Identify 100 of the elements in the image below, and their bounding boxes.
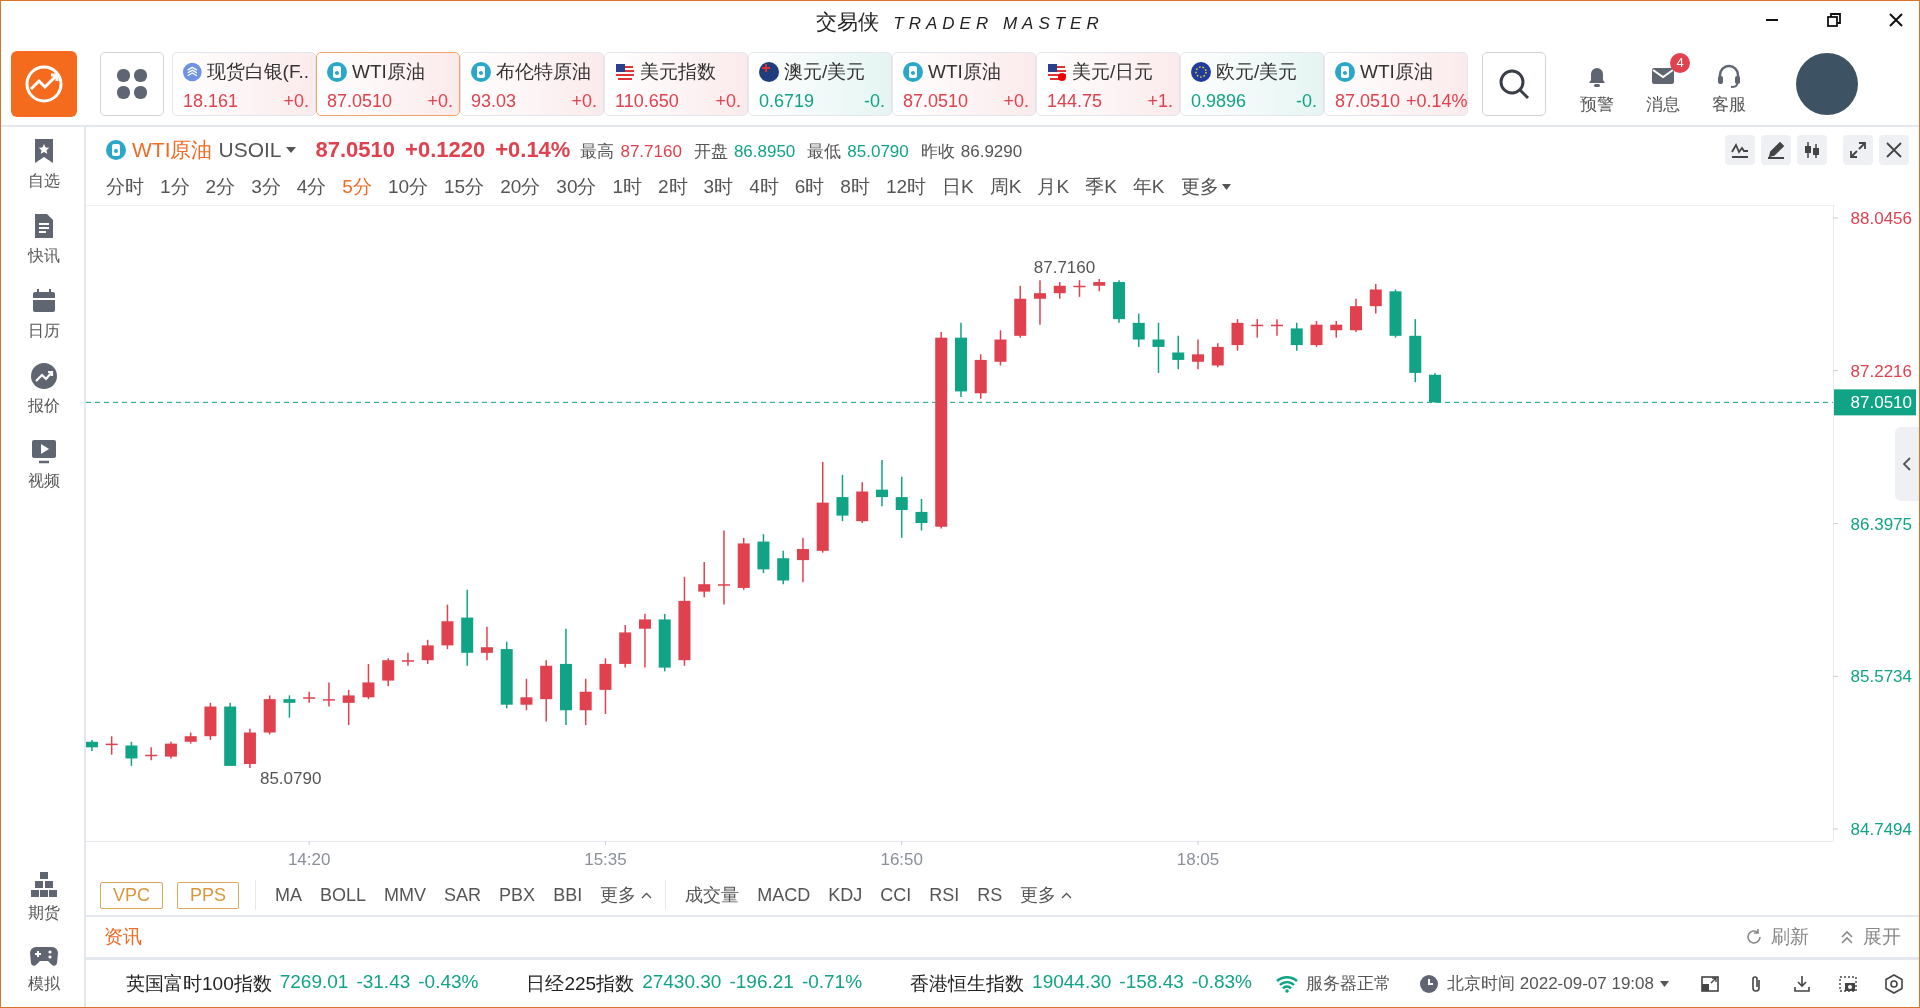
- pencil-button[interactable]: [1761, 135, 1791, 165]
- sidebar-item[interactable]: 快讯: [1, 212, 86, 267]
- download-icon: [1792, 973, 1812, 994]
- ticker-price: 144.75: [1047, 91, 1103, 112]
- period-tab[interactable]: 日K: [934, 174, 982, 200]
- app-logo[interactable]: [11, 51, 77, 117]
- bell-button[interactable]: 预警: [1568, 52, 1626, 116]
- ticker-price: 87.0510: [903, 91, 969, 112]
- ticker-price: 110.650: [615, 91, 679, 112]
- period-tab[interactable]: 6时: [786, 174, 833, 200]
- period-tab[interactable]: 周K: [981, 174, 1030, 200]
- notification-badge: 4: [1670, 52, 1690, 73]
- headset-icon: [1716, 62, 1742, 89]
- period-tab[interactable]: 分时: [98, 174, 152, 200]
- indicator-tab[interactable]: PBX: [492, 884, 543, 906]
- ticker-card[interactable]: WTI原油 87.0510 +0.14%: [1324, 52, 1468, 116]
- period-tab[interactable]: 2时: [650, 174, 696, 200]
- indicator-tab[interactable]: MACD: [750, 884, 818, 906]
- period-tab[interactable]: 1分: [152, 174, 198, 200]
- candlestick: [1073, 279, 1086, 298]
- sidebar-item[interactable]: 报价: [1, 362, 86, 417]
- ticker-card[interactable]: 美元/日元 144.75 +1.: [1036, 52, 1180, 116]
- period-tab[interactable]: 季K: [1077, 174, 1125, 200]
- expand-button[interactable]: 展开: [1839, 924, 1901, 950]
- ticker-card[interactable]: WTI原油 87.0510 +0.: [892, 52, 1036, 116]
- period-tab[interactable]: 1时: [604, 174, 651, 200]
- index-name: 日经225指数: [526, 971, 635, 996]
- ticker-card[interactable]: 澳元/美元 0.6719 -0.: [748, 52, 892, 116]
- symbol-dropdown[interactable]: USOIL: [218, 138, 296, 162]
- chevron-left-icon: [1902, 456, 1912, 472]
- close-button[interactable]: [1879, 135, 1909, 165]
- headset-button[interactable]: 客服: [1700, 52, 1758, 116]
- indicator-tab[interactable]: RS: [970, 884, 1010, 906]
- indicator-tab[interactable]: KDJ: [821, 884, 870, 906]
- price-axis-label: 84.7494: [1850, 820, 1912, 839]
- ticker-card[interactable]: 美元指数 110.650 +0.: [604, 52, 748, 116]
- period-tab[interactable]: 2分: [197, 174, 244, 200]
- sidebar-item[interactable]: 期货: [1, 871, 86, 924]
- period-tab[interactable]: 月K: [1029, 174, 1078, 200]
- period-tab[interactable]: 30分: [548, 174, 605, 200]
- ticker-card[interactable]: 布伦特原油 93.03 +0.: [460, 52, 604, 116]
- period-tab[interactable]: 4时: [741, 174, 787, 200]
- indicator-tab[interactable]: BOLL: [313, 884, 374, 906]
- ticker-card[interactable]: 欧元/美元 0.9896 -0.: [1180, 52, 1324, 116]
- sidebar-item[interactable]: 自选: [1, 137, 86, 192]
- caret-icon: [285, 147, 296, 153]
- index-value: 7269.01: [279, 970, 349, 994]
- clock-dropdown[interactable]: 北京时间 2022-09-07 19:08: [1447, 972, 1669, 995]
- candlestick: [777, 550, 790, 585]
- ticker-change: +0.: [1003, 91, 1029, 112]
- search-button[interactable]: [1482, 52, 1546, 116]
- indicator-tab[interactable]: MA: [268, 884, 310, 906]
- mail-button[interactable]: 消息 4: [1634, 52, 1692, 116]
- sidebar-item[interactable]: 模拟: [1, 944, 86, 995]
- flag-icon: [615, 62, 635, 82]
- refresh-button[interactable]: 刷新: [1745, 924, 1809, 950]
- time-axis-label: 15:35: [584, 850, 627, 869]
- stat-value: 86.8950: [733, 142, 796, 162]
- period-tab[interactable]: 10分: [379, 174, 437, 200]
- ticker-price: 18.161: [183, 91, 239, 112]
- expand-button[interactable]: [1843, 135, 1873, 165]
- chevron-up-icon: [641, 891, 653, 899]
- candlestick: [619, 624, 632, 669]
- close-icon[interactable]: [1889, 13, 1903, 27]
- period-tab[interactable]: 20分: [492, 174, 549, 200]
- indicator-tab[interactable]: MMV: [377, 884, 434, 906]
- period-tab[interactable]: 12时: [877, 174, 935, 200]
- more-dropdown[interactable]: 更多: [593, 883, 660, 907]
- more-dropdown[interactable]: 更多: [1013, 883, 1080, 907]
- sidebar-item[interactable]: 视频: [1, 437, 86, 492]
- period-tab[interactable]: 3时: [695, 174, 742, 200]
- indicator-tab[interactable]: BBI: [546, 884, 590, 906]
- index-change: -158.43: [1119, 970, 1184, 994]
- ticker-card[interactable]: WTI原油 87.0510 +0.: [316, 52, 460, 116]
- indicator-tab[interactable]: CCI: [873, 884, 919, 906]
- candlestick: [342, 689, 355, 726]
- period-tab[interactable]: 3分: [243, 174, 289, 200]
- price-axis-label: 88.0456: [1850, 209, 1912, 228]
- period-tab[interactable]: 4分: [288, 174, 335, 200]
- restore-icon[interactable]: [1827, 13, 1841, 27]
- ref-line-label: 87.0510: [1850, 393, 1912, 413]
- more-dropdown[interactable]: 更多: [1172, 174, 1239, 200]
- video-icon: [29, 437, 58, 465]
- period-tab[interactable]: 年K: [1124, 174, 1173, 200]
- apps-button[interactable]: [100, 52, 164, 116]
- period-tab[interactable]: 15分: [436, 174, 493, 200]
- indicator-button[interactable]: [1725, 135, 1755, 165]
- stat-label: 昨收: [920, 141, 955, 163]
- extreme-label: 87.7160: [1033, 258, 1096, 278]
- indicator-tab[interactable]: SAR: [437, 884, 489, 906]
- candles-button[interactable]: [1797, 135, 1827, 165]
- indicator-tab[interactable]: RSI: [922, 884, 967, 906]
- candles-icon: [1802, 140, 1822, 160]
- ticker-card[interactable]: 现货白银(F.. 18.161 +0.: [172, 52, 316, 116]
- candlestick: [599, 657, 612, 715]
- candlestick: [480, 626, 493, 661]
- sidebar-item[interactable]: 日历: [1, 287, 86, 342]
- candlestick: [757, 533, 770, 574]
- period-tab[interactable]: 8时: [832, 174, 878, 200]
- indicator-tab[interactable]: 成交量: [678, 883, 747, 907]
